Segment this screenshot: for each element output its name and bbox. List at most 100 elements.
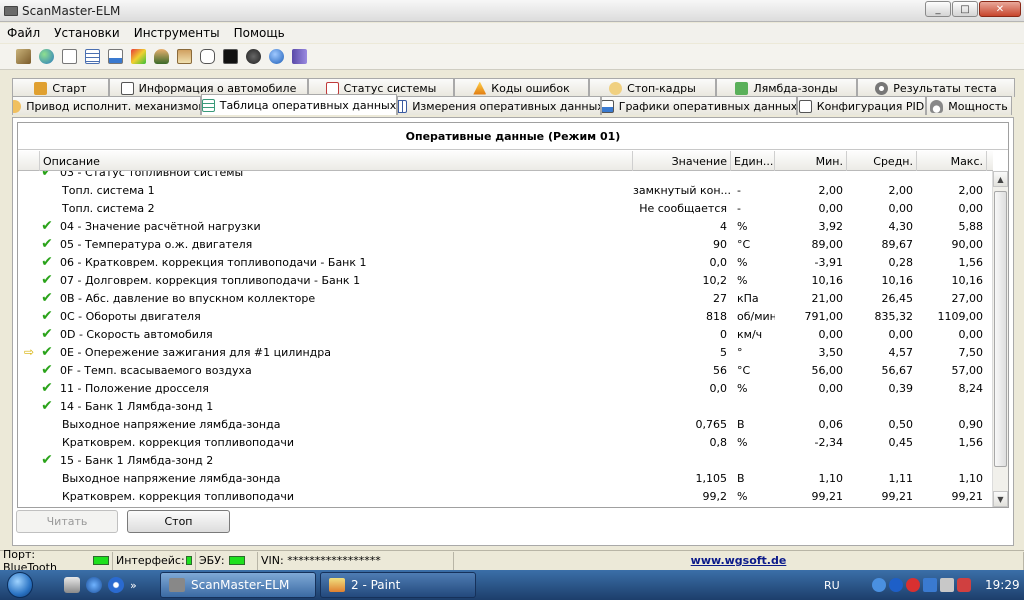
tab-power[interactable]: Мощность xyxy=(926,96,1012,115)
clipboard-icon[interactable] xyxy=(173,46,195,68)
tab-label: Мощность xyxy=(948,99,1008,113)
header-description[interactable]: Описание xyxy=(40,151,633,171)
menu-tools[interactable]: Инструменты xyxy=(127,26,227,40)
table-row[interactable]: ✔ 14 - Банк 1 Лямбда-зонд 1 xyxy=(18,397,993,415)
vertical-scrollbar[interactable]: ▲ ▼ xyxy=(992,171,1008,507)
description-text: Выходное напряжение лямбда-зонда xyxy=(62,417,281,431)
checkmark-icon[interactable]: ✔ xyxy=(40,236,54,252)
chart-icon[interactable] xyxy=(104,46,126,68)
checkmark-icon[interactable]: ✔ xyxy=(40,398,54,414)
flag-icon[interactable] xyxy=(923,578,937,592)
row-pointer: ⇨ xyxy=(18,345,40,359)
table-row[interactable]: ⇨ ✔ 0E - Опережение зажигания для #1 цилин… xyxy=(18,343,993,361)
checkmark-icon[interactable]: ✔ xyxy=(40,362,54,378)
table-row[interactable]: Топл. система 1 замкнутый кон... - 2,00 2,00… xyxy=(18,181,993,199)
info-icon[interactable] xyxy=(265,46,287,68)
minimize-button[interactable]: _ xyxy=(925,1,951,17)
terminal-icon[interactable] xyxy=(219,46,241,68)
scroll-down-button[interactable]: ▼ xyxy=(993,491,1008,507)
table-row[interactable]: ✔ 0F - Темп. всасываемого воздуха 56 °C 56,0… xyxy=(18,361,993,379)
tab-live-data-table[interactable]: Таблица оперативных данных xyxy=(201,94,397,115)
globe-icon[interactable] xyxy=(35,46,57,68)
maximize-button[interactable]: □ xyxy=(952,1,978,17)
checkmark-icon[interactable]: ✔ xyxy=(40,308,54,324)
table-row[interactable]: ✔ 15 - Банк 1 Лямбда-зонд 2 xyxy=(18,451,993,469)
tab-live-data-measurements[interactable]: Измерения оперативных данных xyxy=(397,96,601,115)
bluetooth-icon[interactable] xyxy=(889,578,903,592)
checkmark-icon[interactable]: ✔ xyxy=(40,344,54,360)
palette-icon[interactable] xyxy=(127,46,149,68)
table-row[interactable]: ✔ 03 - Статус топливной системы xyxy=(18,171,993,181)
taskbar-paint[interactable]: 2 - Paint xyxy=(320,572,476,598)
tab-freeze-frames[interactable]: Стоп-кадры xyxy=(589,78,716,97)
switch-windows-icon[interactable] xyxy=(64,577,80,593)
table-row[interactable]: Выходное напряжение лямбда-зонда 1,105 В 1,… xyxy=(18,469,993,487)
quick-launch-more[interactable]: » xyxy=(130,579,137,592)
clock[interactable]: 19:29 xyxy=(985,578,1020,592)
header-max[interactable]: Макс. xyxy=(917,151,987,171)
title-bar: ScanMaster-ELM _ □ ✕ xyxy=(0,0,1024,22)
header-min[interactable]: Мин. xyxy=(775,151,847,171)
checkmark-icon[interactable]: ✔ xyxy=(40,254,54,270)
table-row[interactable]: ✔ 06 - Кратковрем. коррекция топливоподач… xyxy=(18,253,993,271)
table-row[interactable]: ✔ 0B - Абс. давление во впускном коллекто… xyxy=(18,289,993,307)
stop-button[interactable]: Стоп xyxy=(127,510,230,533)
tab-actuators[interactable]: Привод исполнит. механизмов xyxy=(12,96,201,115)
close-button[interactable]: ✕ xyxy=(979,1,1021,17)
read-button[interactable]: Читать xyxy=(16,510,118,533)
report-icon[interactable] xyxy=(58,46,80,68)
shield-icon[interactable] xyxy=(957,578,971,592)
network-icon[interactable] xyxy=(872,578,886,592)
status-port: Порт: BlueTooth xyxy=(0,548,113,574)
tab-start[interactable]: Старт xyxy=(12,78,109,97)
table-row[interactable]: Кратковрем. коррекция топливоподачи 99,2%… xyxy=(18,487,993,505)
table-row[interactable]: ✔ 04 - Значение расчётной нагрузки 4% 3,92 4… xyxy=(18,217,993,235)
user-icon[interactable] xyxy=(150,46,172,68)
website-link[interactable]: www.wgsoft.de xyxy=(454,551,1024,570)
table-row[interactable]: Топл. система 2 Не сообщается - 0,00 0,00 0,0… xyxy=(18,199,993,217)
cell-max: 1,56 xyxy=(958,435,984,449)
app-icon xyxy=(4,5,18,16)
checkmark-icon[interactable]: ✔ xyxy=(40,171,54,180)
header-avg[interactable]: Средн. xyxy=(847,151,917,171)
scroll-thumb[interactable] xyxy=(994,191,1007,467)
checkmark-icon[interactable]: ✔ xyxy=(40,326,54,342)
checkmark-icon[interactable]: ✔ xyxy=(40,272,54,288)
ie-icon[interactable] xyxy=(86,577,102,593)
book-icon[interactable] xyxy=(288,46,310,68)
table-icon[interactable] xyxy=(81,46,103,68)
tab-test-results[interactable]: Результаты теста xyxy=(857,78,1015,97)
live-data-grid: Оперативные данные (Режим 01) Описание З… xyxy=(17,122,1009,508)
table-row[interactable]: Выходное напряжение лямбда-зонда 0,765 В 0,… xyxy=(18,415,993,433)
checkmark-icon[interactable]: ✔ xyxy=(40,218,54,234)
table-row[interactable]: ✔ 07 - Долговрем. коррекция топливоподачи… xyxy=(18,271,993,289)
tab-lambda-sensors[interactable]: Лямбда-зонды xyxy=(716,78,857,97)
table-row[interactable]: ✔ 05 - Температура о.ж. двигателя 90 °C 89,0… xyxy=(18,235,993,253)
tab-error-codes[interactable]: Коды ошибок xyxy=(454,78,589,97)
start-button[interactable] xyxy=(0,570,40,600)
header-value[interactable]: Значение xyxy=(633,151,731,171)
menu-settings[interactable]: Установки xyxy=(47,26,127,40)
record-icon[interactable] xyxy=(242,46,264,68)
checkmark-icon[interactable]: ✔ xyxy=(40,452,54,468)
table-row[interactable]: ✔ 11 - Положение дросселя 0,0% 0,00 0,39 8,24 xyxy=(18,379,993,397)
chat-icon[interactable] xyxy=(196,46,218,68)
checkmark-icon[interactable]: ✔ xyxy=(40,290,54,306)
volume-icon[interactable] xyxy=(940,578,954,592)
language-indicator[interactable]: RU xyxy=(824,579,850,592)
menu-file[interactable]: Файл xyxy=(0,26,47,40)
media-player-icon[interactable] xyxy=(108,577,124,593)
header-unit[interactable]: Един... xyxy=(731,151,775,171)
table-row[interactable]: ✔ 0C - Обороты двигателя 818 об/мин 791,00 83… xyxy=(18,307,993,325)
checkmark-icon[interactable]: ✔ xyxy=(40,380,54,396)
tab-pid-config[interactable]: Конфигурация PID xyxy=(797,96,926,115)
table-row[interactable]: ✔ 0D - Скорость автомобиля 0 км/ч 0,00 0,00 0,… xyxy=(18,325,993,343)
taskbar-scanmaster[interactable]: ScanMaster-ELM xyxy=(160,572,316,598)
table-row[interactable]: Кратковрем. коррекция топливоподачи 0,8% -… xyxy=(18,433,993,451)
tab-live-data-graphs[interactable]: Графики оперативных данных xyxy=(601,96,797,115)
scroll-up-button[interactable]: ▲ xyxy=(993,171,1008,187)
connect-icon[interactable] xyxy=(12,46,34,68)
antivirus-icon[interactable] xyxy=(906,578,920,592)
cell-value: 0 xyxy=(720,327,727,341)
menu-help[interactable]: Помощь xyxy=(227,26,292,40)
